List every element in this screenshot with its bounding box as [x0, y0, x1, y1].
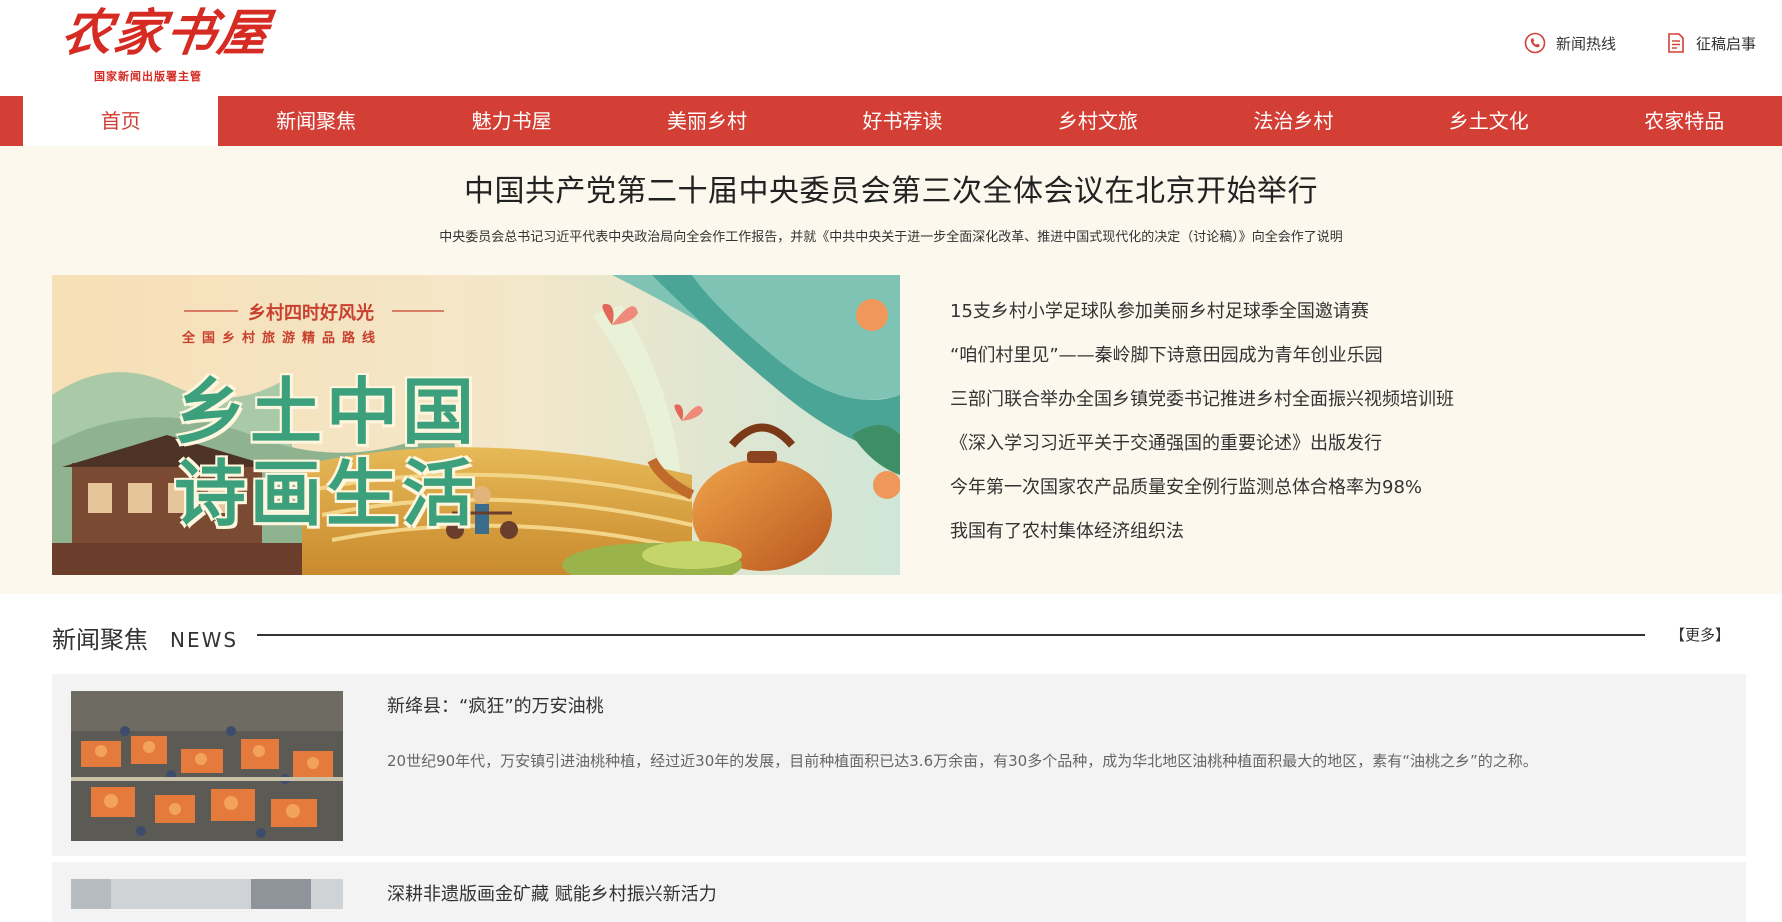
logo-wordmark: 农家书屋: [57, 3, 275, 62]
banner-tag-line: 乡村四时好风光: [248, 303, 374, 324]
top-news-item[interactable]: 三部门联合举办全国乡镇党委书记推进乡村全面振兴视频培训班: [950, 388, 1454, 432]
document-icon: [1666, 32, 1686, 54]
nav-item[interactable]: 好书荐读: [805, 96, 1000, 146]
top-news-list: 15支乡村小学足球队参加美丽乡村足球季全国邀请赛 “咱们村里见”——秦岭脚下诗意田…: [950, 300, 1454, 564]
nav-item[interactable]: 乡村文旅: [1000, 96, 1195, 146]
headline-subtitle: 中央委员会总书记习近平代表中央政治局向全会作工作报告，并就《中共中央关于进一步全…: [439, 230, 1343, 245]
section-divider: [257, 634, 1645, 636]
section-title: 新闻聚焦: [52, 626, 148, 654]
article-card[interactable]: 新绛县：“疯狂”的万安油桃 20世纪90年代，万安镇引进油桃种植，经过近30年的…: [52, 674, 1746, 856]
main-nav: 首页 新闻聚焦 魅力书屋 美丽乡村 好书荐读 乡村文旅 法治乡村 乡土文化 农家特品: [0, 96, 1782, 146]
article-card[interactable]: 深耕非遗版画金矿藏 赋能乡村振兴新活力: [52, 862, 1746, 922]
news-section-header: 新闻聚焦 NEWS 【更多】: [52, 620, 1742, 660]
nav-item[interactable]: 首页: [23, 96, 219, 146]
nav-item[interactable]: 美丽乡村: [609, 96, 804, 146]
headline-band: 中国共产党第二十届中央委员会第三次全体会议在北京开始举行 中央委员会总书记习近平…: [0, 146, 1782, 594]
feature-banner[interactable]: 乡村四时好风光 全国乡村旅游精品路线 乡土中国 诗画生活: [52, 275, 900, 575]
header-tools: 新闻热线 征稿启事: [1524, 32, 1756, 54]
banner-title-line2: 诗画生活: [174, 452, 479, 536]
nav-item[interactable]: 乡土文化: [1391, 96, 1586, 146]
site-logo[interactable]: 农家书屋 国家新闻出版署主管: [58, 2, 274, 84]
nav-item[interactable]: 农家特品: [1587, 96, 1782, 146]
headline-title[interactable]: 中国共产党第二十届中央委员会第三次全体会议在北京开始举行: [0, 166, 1782, 210]
top-news-item[interactable]: 15支乡村小学足球队参加美丽乡村足球季全国邀请赛: [950, 300, 1454, 344]
phone-icon: [1524, 32, 1546, 54]
logo-subtitle: 国家新闻出版署主管: [94, 70, 202, 83]
nav-list: 首页 新闻聚焦 魅力书屋 美丽乡村 好书荐读 乡村文旅 法治乡村 乡土文化 农家特品: [0, 96, 1782, 146]
nav-item[interactable]: 魅力书屋: [414, 96, 609, 146]
more-link[interactable]: 【更多】: [1670, 624, 1730, 645]
article-thumbnail[interactable]: [71, 879, 343, 909]
banner-tag-sub: 全国乡村旅游精品路线: [182, 331, 383, 346]
article-title[interactable]: 深耕非遗版画金矿藏 赋能乡村振兴新活力: [387, 880, 717, 906]
submission-link[interactable]: 征稿启事: [1666, 32, 1756, 54]
submission-label: 征稿启事: [1695, 34, 1756, 53]
top-news-item[interactable]: “咱们村里见”——秦岭脚下诗意田园成为青年创业乐园: [950, 344, 1454, 388]
top-news-item[interactable]: 《深入学习习近平关于交通强国的重要论述》出版发行: [950, 432, 1454, 476]
nav-item[interactable]: 新闻聚焦: [218, 96, 413, 146]
article-thumbnail[interactable]: [71, 691, 343, 841]
workshop-photo: [71, 879, 343, 909]
nav-item[interactable]: 法治乡村: [1196, 96, 1391, 146]
market-photo: [71, 691, 343, 841]
top-news-item[interactable]: 今年第一次国家农产品质量安全例行监测总体合格率为98%: [950, 476, 1454, 520]
top-news-item[interactable]: 我国有了农村集体经济组织法: [950, 520, 1454, 564]
hotline-label: 新闻热线: [1555, 34, 1616, 53]
section-title-en: NEWS: [170, 628, 239, 652]
article-summary: 20世纪90年代，万安镇引进油桃种植，经过近30年的发展，目前种植面积已达3.6…: [387, 752, 1538, 770]
hotline-link[interactable]: 新闻热线: [1524, 32, 1616, 54]
article-title[interactable]: 新绛县：“疯狂”的万安油桃: [387, 692, 604, 718]
site-header: 农家书屋 国家新闻出版署主管 新闻热线 征稿启事: [0, 0, 1782, 96]
